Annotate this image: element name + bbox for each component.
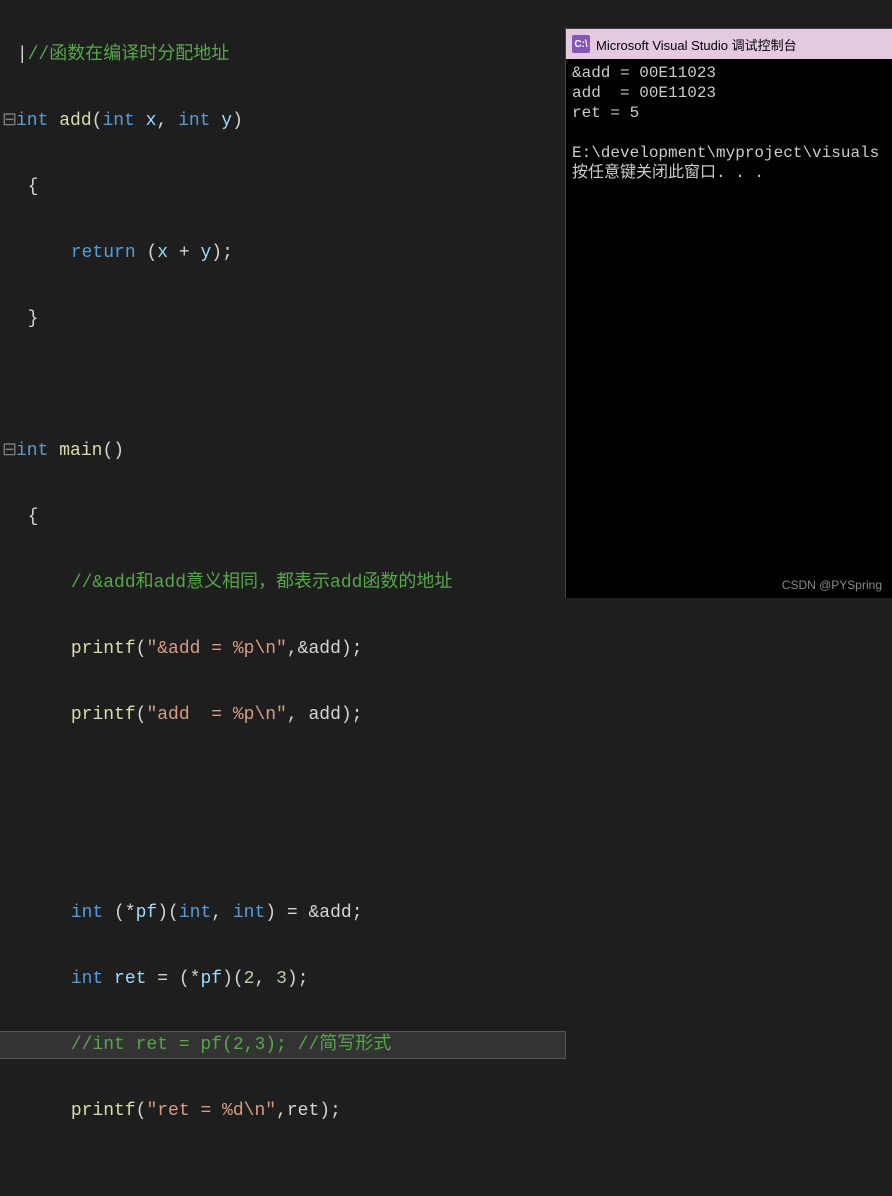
- code-line[interactable]: [0, 834, 565, 860]
- fold-icon[interactable]: ⊟: [2, 108, 16, 134]
- code-line-active[interactable]: //int ret = pf(2,3); //简写形式: [0, 1032, 565, 1058]
- code-line[interactable]: int ret = (*pf)(2, 3);: [0, 966, 565, 992]
- code-line[interactable]: printf("add = %p\n", add);: [0, 702, 565, 728]
- comment-text: //函数在编译时分配地址: [28, 45, 230, 65]
- code-line[interactable]: //&add和add意义相同，都表示add函数的地址: [0, 570, 565, 596]
- vs-icon: C:\: [572, 35, 590, 53]
- code-line[interactable]: ⊟int main(): [0, 438, 565, 464]
- code-line[interactable]: |//函数在编译时分配地址: [0, 42, 565, 68]
- code-line[interactable]: printf("&add = %p\n",&add);: [0, 636, 565, 662]
- console-titlebar[interactable]: C:\ Microsoft Visual Studio 调试控制台: [566, 29, 892, 59]
- code-line[interactable]: {: [0, 174, 565, 200]
- code-line[interactable]: [0, 1164, 565, 1190]
- code-line[interactable]: [0, 372, 565, 398]
- code-line[interactable]: {: [0, 504, 565, 530]
- code-editor[interactable]: |//函数在编译时分配地址 ⊟int add(int x, int y) { r…: [0, 0, 565, 598]
- fold-icon[interactable]: ⊟: [2, 438, 16, 464]
- code-line[interactable]: printf("ret = %d\n",ret);: [0, 1098, 565, 1124]
- debug-console-window[interactable]: C:\ Microsoft Visual Studio 调试控制台 &add =…: [565, 28, 892, 598]
- code-line[interactable]: int (*pf)(int, int) = &add;: [0, 900, 565, 926]
- console-title: Microsoft Visual Studio 调试控制台: [596, 35, 797, 54]
- code-line[interactable]: ⊟int add(int x, int y): [0, 108, 565, 134]
- code-line[interactable]: return (x + y);: [0, 240, 565, 266]
- console-output[interactable]: &add = 00E11023 add = 00E11023 ret = 5 E…: [566, 59, 892, 187]
- code-line[interactable]: }: [0, 306, 565, 332]
- code-line[interactable]: [0, 768, 565, 794]
- watermark: CSDN @PYSpring: [782, 578, 882, 592]
